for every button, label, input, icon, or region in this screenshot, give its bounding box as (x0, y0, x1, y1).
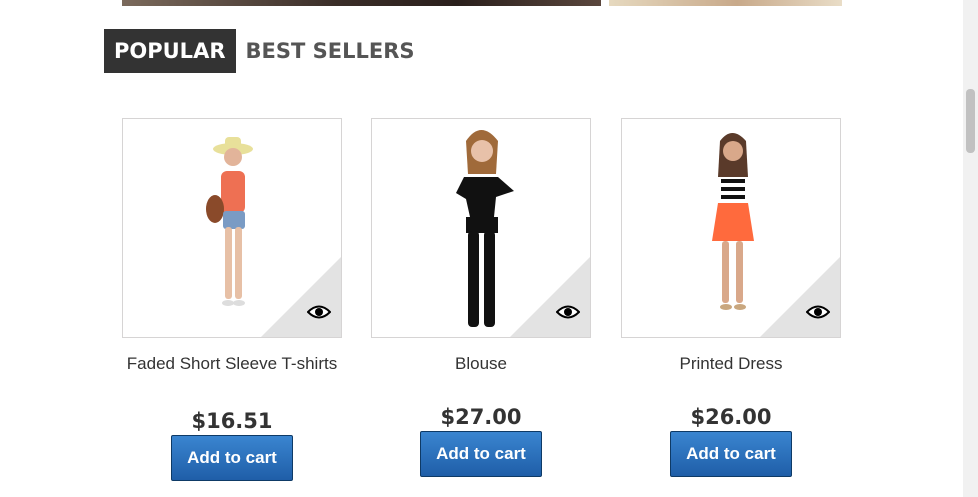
tab-popular[interactable]: POPULAR (104, 29, 236, 73)
product-price: $27.00 (440, 405, 522, 429)
tab-best-sellers[interactable]: BEST SELLERS (236, 29, 425, 73)
product-image[interactable] (371, 118, 591, 338)
vertical-scrollbar[interactable] (963, 0, 978, 497)
quick-view-corner (261, 257, 341, 337)
product-tabs: POPULAR BEST SELLERS (104, 29, 424, 73)
eye-icon[interactable] (556, 304, 580, 320)
product-image[interactable] (621, 118, 841, 338)
eye-icon[interactable] (806, 304, 830, 320)
add-to-cart-button[interactable]: Add to cart (420, 431, 542, 477)
banner-image-left[interactable] (122, 0, 601, 6)
product-name[interactable]: Blouse (371, 352, 591, 398)
eye-icon[interactable] (307, 304, 331, 320)
product-price: $26.00 (690, 405, 772, 429)
add-to-cart-button[interactable]: Add to cart (670, 431, 792, 477)
product-card: Printed Dress $26.00 Add to cart (621, 118, 841, 477)
scrollbar-thumb[interactable] (966, 89, 975, 153)
product-name[interactable]: Printed Dress (621, 352, 841, 398)
quick-view-corner (760, 257, 840, 337)
product-name[interactable]: Faded Short Sleeve T-shirts (122, 352, 342, 398)
quick-view-corner (510, 257, 590, 337)
product-price: $16.51 (191, 409, 273, 433)
product-card: Faded Short Sleeve T-shirts $16.51 Add t… (122, 118, 342, 481)
add-to-cart-button[interactable]: Add to cart (171, 435, 293, 481)
banner-image-right[interactable] (609, 0, 842, 6)
product-card: Blouse $27.00 Add to cart (371, 118, 591, 477)
product-image[interactable] (122, 118, 342, 338)
